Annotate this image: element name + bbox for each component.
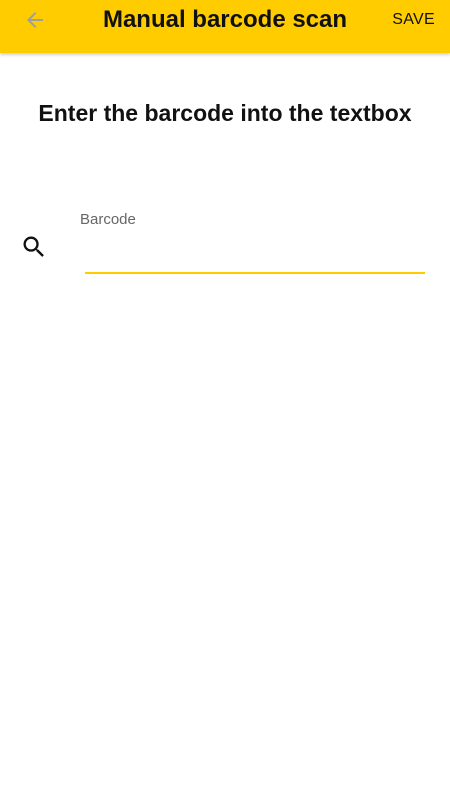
barcode-label: Barcode <box>80 211 136 228</box>
arrow-left-icon <box>27 12 43 28</box>
instruction-text: Enter the barcode into the textbox <box>38 100 412 126</box>
save-button[interactable]: SAVE <box>392 10 435 30</box>
barcode-field: Barcode <box>80 208 426 280</box>
manual-barcode-scan-screen: Manual barcode scan SAVE Enter the barco… <box>0 0 450 800</box>
app-bar: Manual barcode scan SAVE <box>0 0 450 53</box>
search-icon <box>20 233 48 261</box>
back-button[interactable] <box>18 6 52 34</box>
page-title: Manual barcode scan <box>102 6 348 33</box>
barcode-input[interactable] <box>85 244 425 274</box>
